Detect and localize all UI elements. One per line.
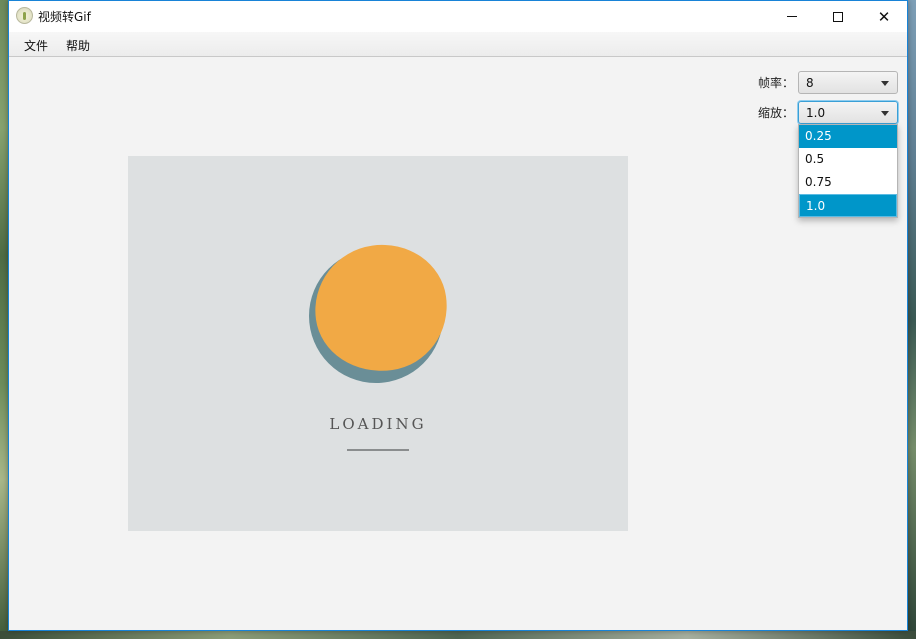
- minimize-icon: [787, 16, 797, 17]
- scale-option-0.75[interactable]: 0.75: [799, 171, 897, 194]
- fps-combobox[interactable]: 8: [798, 71, 898, 94]
- scale-value: 1.0: [806, 106, 826, 120]
- scale-dropdown-list: 0.25 0.5 0.75 1.0: [798, 124, 898, 218]
- fps-label: 帧率：: [758, 76, 795, 90]
- menu-help[interactable]: 帮助: [66, 37, 90, 54]
- loading-text: LOADING: [329, 415, 427, 433]
- desktop-background-bottom: [0, 631, 916, 639]
- fps-value: 8: [806, 76, 814, 90]
- scale-option-0.25[interactable]: 0.25: [799, 125, 897, 148]
- scale-combobox[interactable]: 1.0: [798, 101, 898, 124]
- chevron-down-icon: [881, 111, 889, 116]
- app-window: 视频转Gif ✕ 文件 帮助 帧率： 8 缩放： 1.0 0.25 0.5 0.…: [8, 0, 908, 631]
- close-button[interactable]: ✕: [861, 1, 907, 32]
- scale-option-1.0[interactable]: 1.0: [799, 194, 897, 217]
- scale-label: 缩放：: [758, 106, 795, 120]
- maximize-icon: [833, 11, 843, 22]
- menu-file[interactable]: 文件: [24, 37, 48, 54]
- loading-progress-bar: [347, 449, 409, 451]
- app-icon: [16, 7, 33, 24]
- menu-bar: 文件 帮助: [9, 32, 907, 57]
- title-bar[interactable]: 视频转Gif ✕: [9, 1, 907, 32]
- minimize-button[interactable]: [769, 1, 815, 32]
- close-icon: ✕: [877, 7, 891, 26]
- maximize-button[interactable]: [815, 1, 861, 32]
- scale-option-0.5[interactable]: 0.5: [799, 148, 897, 171]
- chevron-down-icon: [881, 81, 889, 86]
- preview-pane: LOADING: [128, 156, 628, 531]
- window-title: 视频转Gif: [38, 10, 91, 24]
